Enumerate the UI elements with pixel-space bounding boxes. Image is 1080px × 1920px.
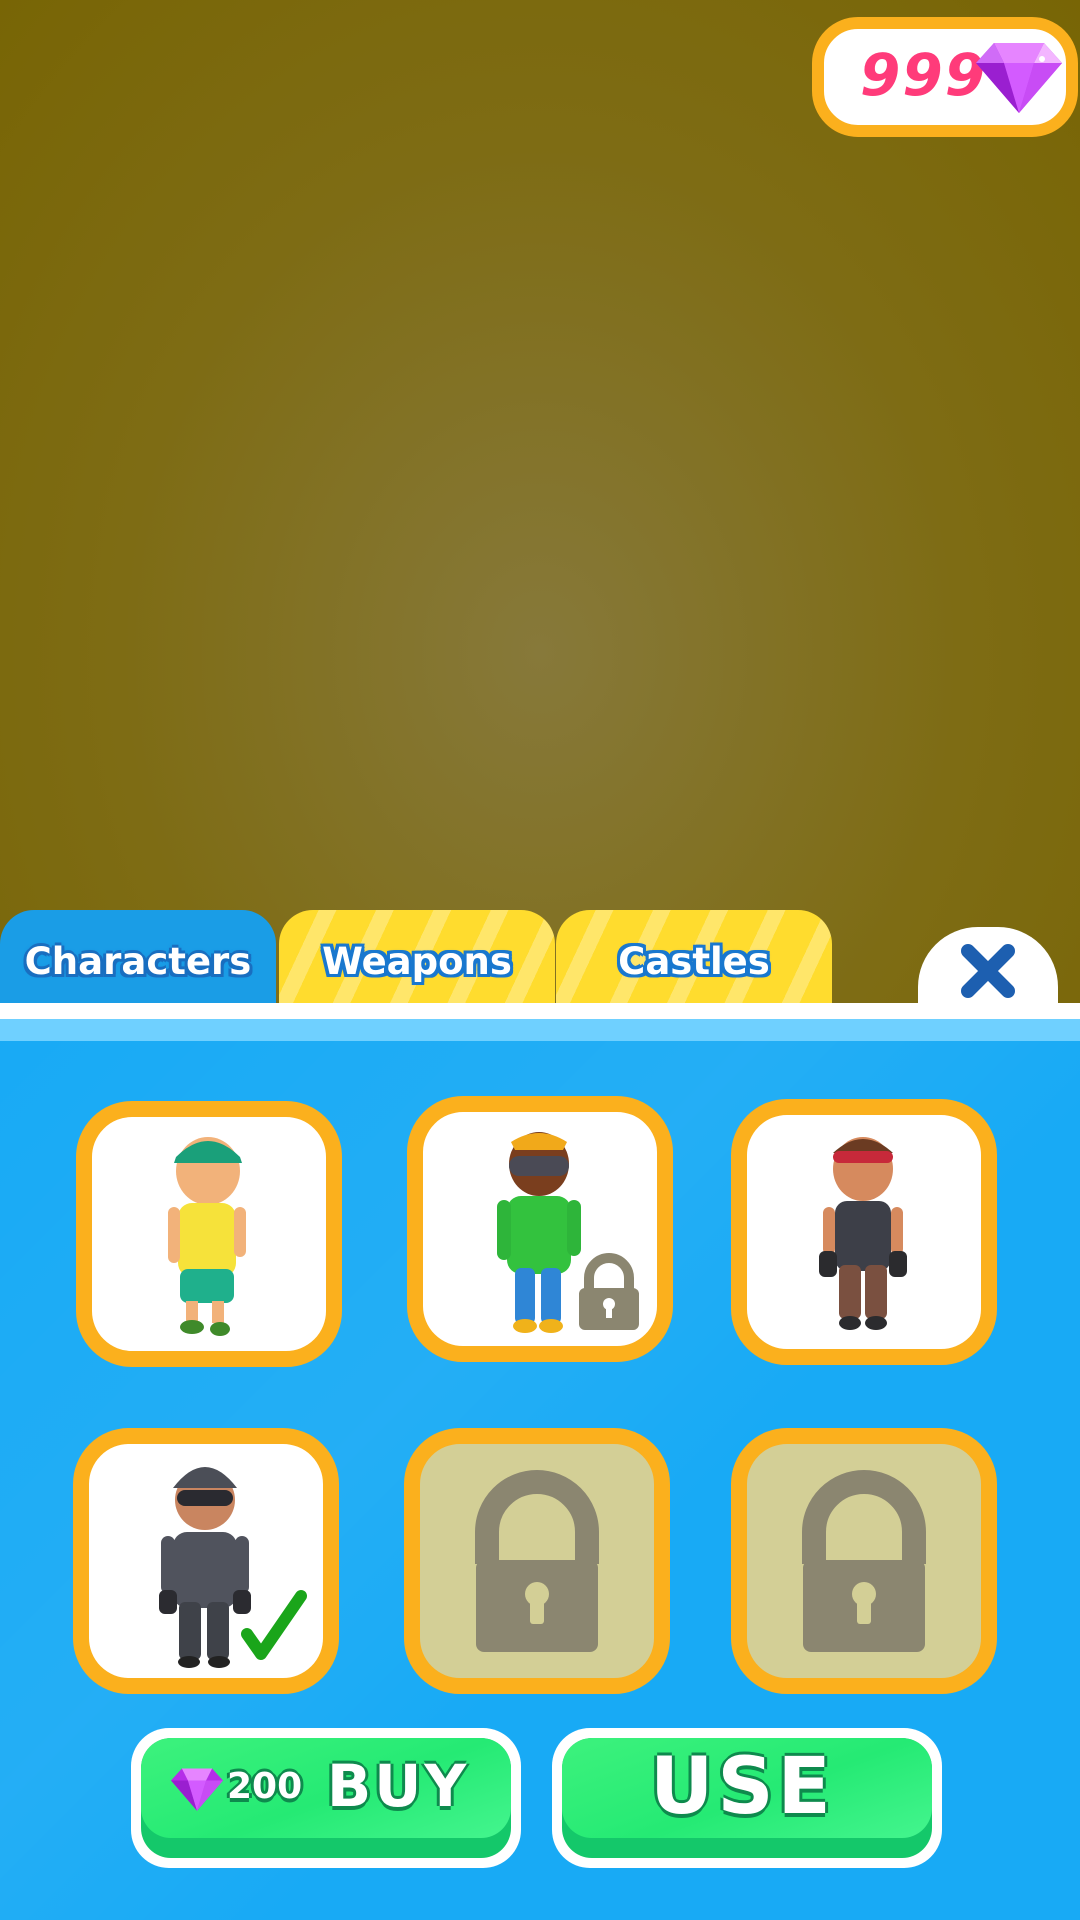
tab-characters[interactable]: Characters [0, 910, 276, 1010]
gem-count: 999 [860, 41, 988, 109]
buy-label: BUY [327, 1752, 470, 1820]
close-icon [961, 944, 1015, 998]
tab-label: Weapons [322, 940, 512, 983]
gem-counter: 999 [812, 17, 1078, 137]
character-card-headband[interactable] [731, 1099, 997, 1365]
lock-icon [802, 1470, 926, 1652]
buy-button[interactable]: 200 BUY [131, 1728, 521, 1868]
gem-icon [171, 1768, 223, 1811]
gem-icon [976, 43, 1062, 113]
character-card-locked-2[interactable] [731, 1428, 997, 1694]
panel-stripe [0, 1019, 1080, 1041]
tab-weapons[interactable]: Weapons [279, 910, 555, 1010]
character-preview-area [0, 0, 1080, 1003]
character-soldier-figure [159, 1467, 307, 1668]
tab-castles[interactable]: Castles [556, 910, 832, 1010]
panel-border [0, 1003, 1080, 1019]
tab-label: Castles [618, 940, 770, 983]
character-green-shirt-figure [497, 1132, 639, 1333]
small-lock-icon [579, 1253, 639, 1330]
use-label: USE [650, 1742, 835, 1832]
tab-label: Characters [24, 940, 252, 983]
character-headband-figure [819, 1137, 907, 1330]
selected-check-icon [241, 1590, 307, 1660]
character-card-locked-1[interactable] [404, 1428, 670, 1694]
buy-price: 200 [227, 1766, 303, 1807]
lock-icon [475, 1470, 599, 1652]
character-yellow-shirt-figure [168, 1137, 246, 1336]
character-card-yellow-shirt[interactable] [76, 1101, 342, 1367]
character-card-soldier[interactable] [73, 1428, 339, 1694]
character-card-green-shirt[interactable] [407, 1096, 673, 1362]
use-button[interactable]: USE [552, 1728, 942, 1868]
